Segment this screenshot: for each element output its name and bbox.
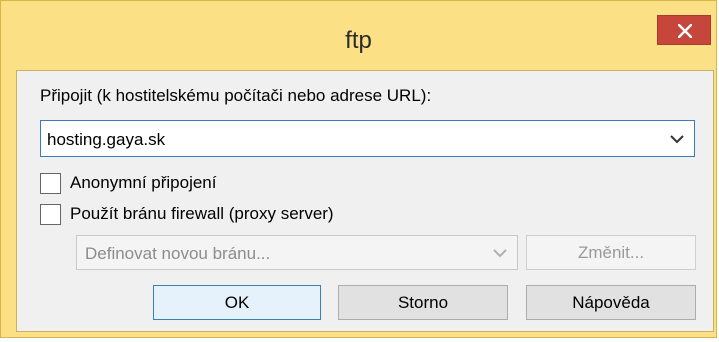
- gateway-select: Definovat novou bránu...: [76, 235, 518, 270]
- window-title: ftp: [345, 27, 372, 54]
- ok-button[interactable]: OK: [153, 285, 321, 320]
- host-input[interactable]: hosting.gaya.sk: [47, 130, 165, 150]
- chevron-down-icon: [493, 249, 507, 258]
- close-icon: [678, 24, 692, 38]
- anonymous-label: Anonymní připojení: [70, 173, 217, 192]
- cancel-button[interactable]: Storno: [338, 285, 508, 320]
- change-gateway-button: Změnit...: [526, 235, 696, 270]
- host-combobox[interactable]: hosting.gaya.sk: [40, 120, 695, 157]
- help-button[interactable]: Nápověda: [526, 285, 696, 320]
- anonymous-checkbox[interactable]: [40, 173, 61, 194]
- anonymous-option[interactable]: Anonymní připojení: [40, 172, 340, 196]
- close-button[interactable]: [657, 15, 711, 45]
- firewall-checkbox[interactable]: [40, 204, 61, 225]
- firewall-label: Použít bránu firewall (proxy server): [70, 204, 334, 223]
- connect-label: Připojit (k hostitelskému počítači nebo …: [40, 86, 432, 105]
- gateway-selected: Definovat novou bránu...: [85, 244, 271, 263]
- firewall-option[interactable]: Použít bránu firewall (proxy server): [40, 203, 440, 227]
- chevron-down-icon[interactable]: [670, 134, 684, 144]
